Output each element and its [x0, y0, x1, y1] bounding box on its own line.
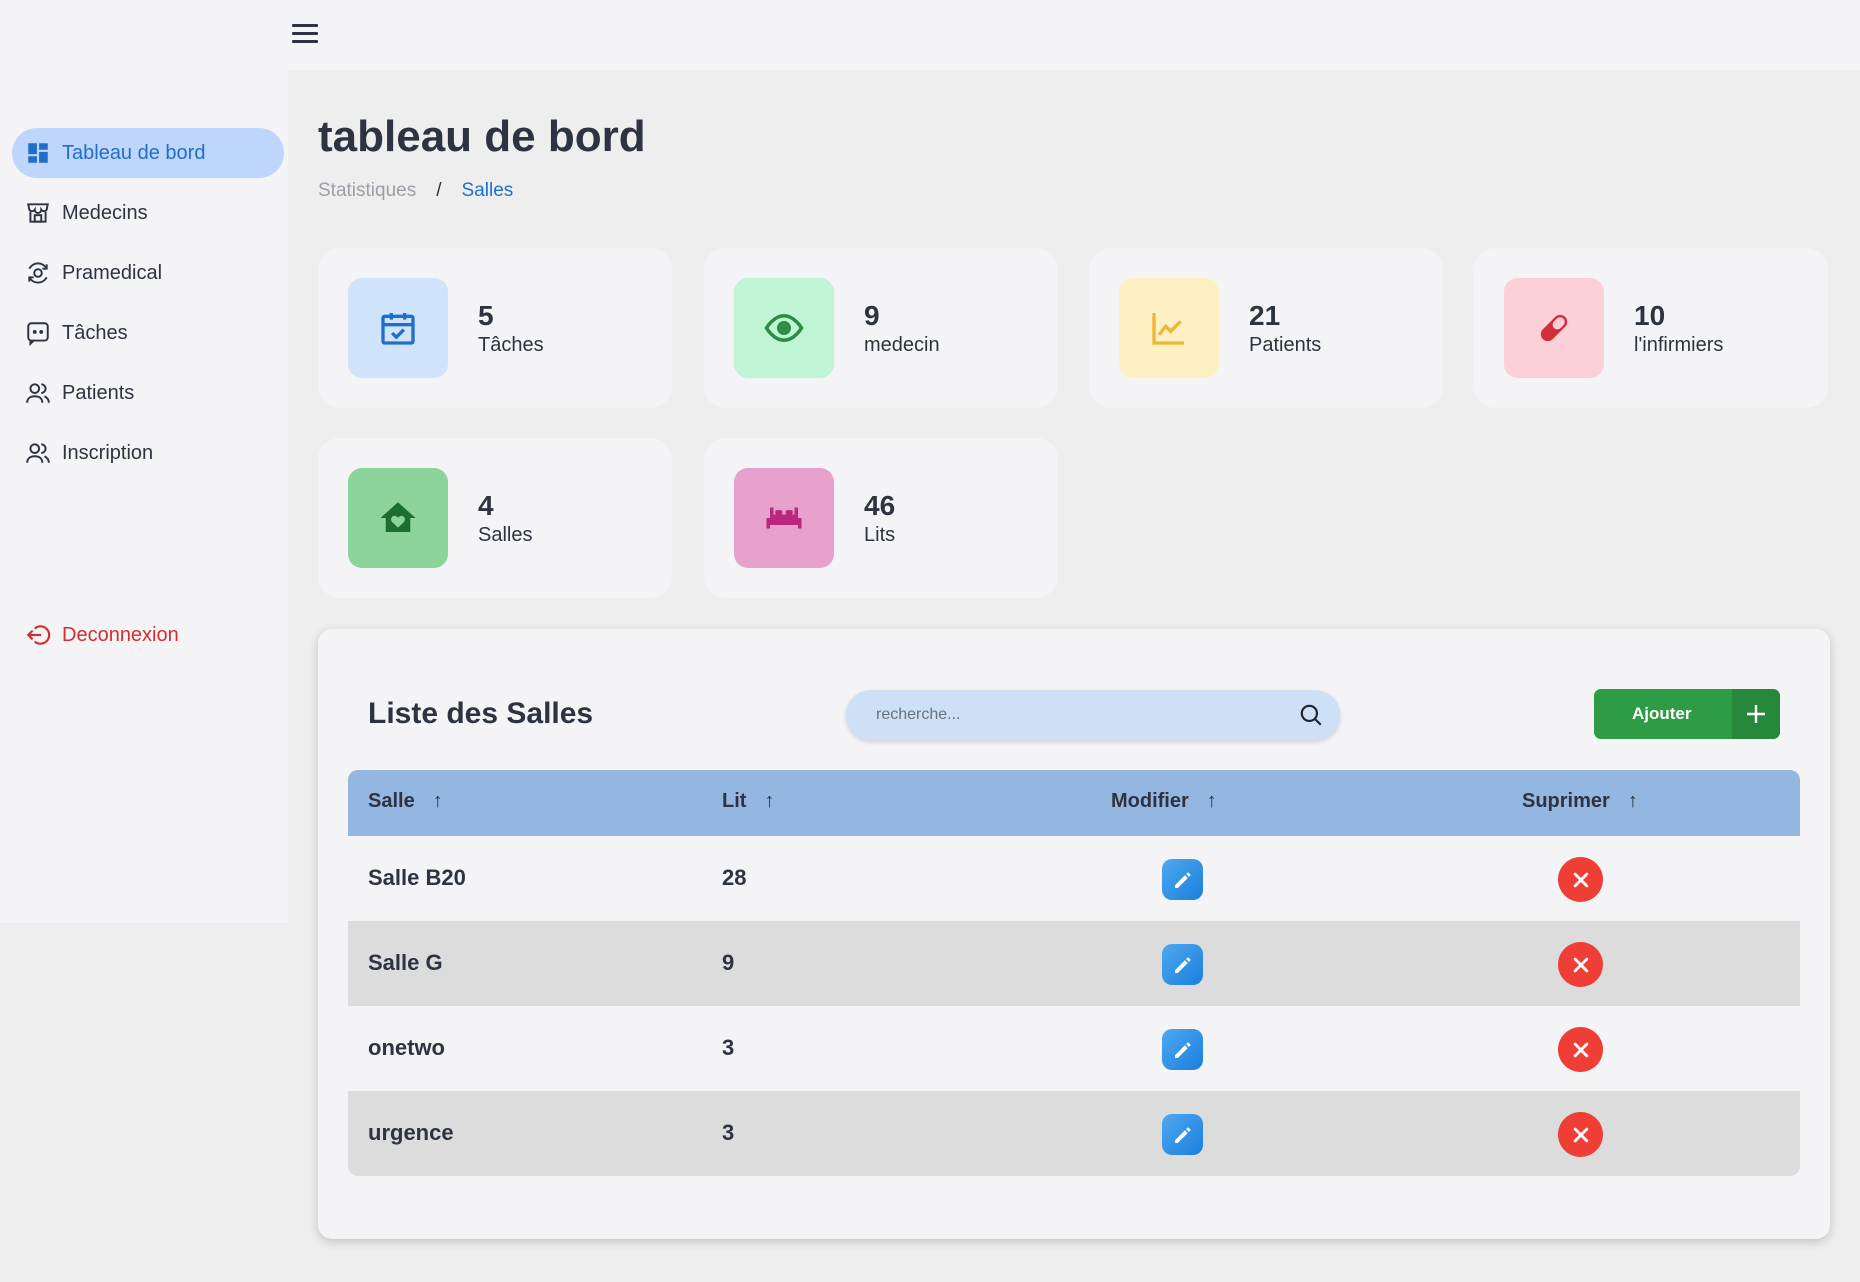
delete-button[interactable] [1558, 942, 1603, 987]
sidebar-item-label: Patients [62, 381, 135, 404]
sort-arrow-icon: ↑ [1206, 790, 1217, 812]
stat-label: medecin [864, 334, 940, 356]
dashboard-icon [24, 139, 52, 167]
cell-salle: Salle B20 [368, 865, 466, 890]
menu-toggle-icon[interactable] [292, 24, 318, 46]
salles-table: Salle ↑ Lit ↑ Modifier ↑ Suprimer ↑ Sall… [348, 770, 1800, 1176]
edit-button[interactable] [1162, 1029, 1203, 1070]
sidebar-item-label: Medecins [62, 201, 148, 224]
stat-label: l'infirmiers [1634, 334, 1724, 356]
stat-label: Lits [864, 524, 896, 546]
sidebar-item-taches[interactable]: Tâches [12, 308, 284, 358]
edit-button[interactable] [1162, 859, 1203, 900]
table-row: urgence 3 [348, 1091, 1800, 1176]
storefront-icon [24, 199, 52, 227]
edit-button[interactable] [1162, 944, 1203, 985]
sidebar-item-tableau-de-bord[interactable]: Tableau de bord [12, 128, 284, 178]
cell-lit: 3 [722, 1120, 735, 1145]
pencil-icon [1174, 956, 1191, 973]
search-icon[interactable] [1298, 702, 1324, 728]
stat-value: 4 [478, 490, 494, 521]
stat-value: 10 [1634, 300, 1666, 331]
delete-button[interactable] [1558, 857, 1603, 902]
sidebar-item-pramedical[interactable]: Pramedical [12, 248, 284, 298]
table-row: onetwo 3 [348, 1006, 1800, 1091]
pill-icon [1504, 278, 1604, 378]
close-icon [1573, 1042, 1588, 1057]
stat-card-taches: 5 Tâches [318, 248, 672, 408]
close-icon [1573, 957, 1588, 972]
stat-card-medecin: 9 medecin [704, 248, 1058, 408]
salles-panel: Liste des Salles Ajouter Salle ↑ Lit ↑ M… [318, 629, 1830, 1239]
close-icon [1573, 872, 1588, 887]
calendar-check-icon [348, 278, 448, 378]
breadcrumb-separator: / [436, 180, 442, 201]
panel-title: Liste des Salles [368, 697, 594, 730]
column-header-suprimer[interactable]: Suprimer ↑ [1522, 790, 1638, 813]
column-header-salle[interactable]: Salle ↑ [368, 790, 443, 813]
medical-icon [24, 259, 52, 287]
cell-salle: Salle G [368, 950, 443, 975]
stat-label: Tâches [478, 334, 544, 356]
breadcrumb-item[interactable]: Statistiques [318, 180, 416, 202]
eye-icon [734, 278, 834, 378]
chat-icon [24, 319, 52, 347]
sort-arrow-icon: ↑ [1627, 790, 1638, 812]
people-icon [24, 379, 52, 407]
sidebar-item-label: Inscription [62, 441, 154, 464]
chart-line-icon [1119, 278, 1219, 378]
delete-button[interactable] [1558, 1112, 1603, 1157]
table-header: Salle ↑ Lit ↑ Modifier ↑ Suprimer ↑ [348, 770, 1800, 836]
pencil-icon [1174, 1041, 1191, 1058]
sort-arrow-icon: ↑ [432, 790, 443, 812]
sidebar-item-label: Pramedical [62, 261, 163, 284]
column-header-lit[interactable]: Lit ↑ [722, 790, 774, 813]
column-header-modifier[interactable]: Modifier ↑ [1111, 790, 1217, 813]
search-input[interactable] [876, 690, 1276, 740]
stat-label: Salles [478, 524, 533, 546]
sidebar-item-medecins[interactable]: Medecins [12, 188, 284, 238]
stat-value: 5 [478, 300, 494, 331]
search-bar [846, 690, 1340, 740]
stat-card-patients: 21 Patients [1089, 248, 1443, 408]
stat-label: Patients [1249, 334, 1322, 356]
table-row: Salle G 9 [348, 921, 1800, 1006]
sidebar-item-label: Tâches [62, 321, 128, 344]
pencil-icon [1174, 871, 1191, 888]
sidebar-item-patients[interactable]: Patients [12, 368, 284, 418]
logout-label: Deconnexion [62, 623, 179, 646]
logout-button[interactable]: Deconnexion [12, 610, 284, 660]
cell-lit: 3 [722, 1035, 735, 1060]
stat-value: 46 [864, 490, 896, 521]
table-row: Salle B20 28 [348, 836, 1800, 921]
cell-lit: 9 [722, 950, 735, 975]
add-button-label: Ajouter [1632, 704, 1692, 723]
delete-button[interactable] [1558, 1027, 1603, 1072]
cell-salle: urgence [368, 1120, 454, 1145]
plus-icon [1732, 689, 1780, 739]
people-icon [24, 439, 52, 467]
add-button[interactable]: Ajouter [1594, 689, 1780, 739]
stat-value: 9 [864, 300, 880, 331]
edit-button[interactable] [1162, 1114, 1203, 1155]
cell-salle: onetwo [368, 1035, 445, 1060]
cell-lit: 28 [722, 865, 747, 890]
stat-card-lits: 46 Lits [704, 438, 1058, 598]
sort-arrow-icon: ↑ [764, 790, 775, 812]
breadcrumb: Statistiques / Salles [318, 180, 513, 202]
pencil-icon [1174, 1126, 1191, 1143]
stat-card-salles: 4 Salles [318, 438, 672, 598]
close-icon [1573, 1127, 1588, 1142]
page-title: tableau de bord [318, 112, 646, 161]
stat-card-infirmiers: 10 l'infirmiers [1474, 248, 1828, 408]
sidebar-item-label: Tableau de bord [62, 141, 206, 164]
stat-value: 21 [1249, 300, 1281, 331]
breadcrumb-current[interactable]: Salles [462, 180, 514, 202]
bed-icon [734, 468, 834, 568]
logout-icon [24, 621, 52, 649]
house-heart-icon [348, 468, 448, 568]
sidebar-item-inscription[interactable]: Inscription [12, 428, 284, 478]
